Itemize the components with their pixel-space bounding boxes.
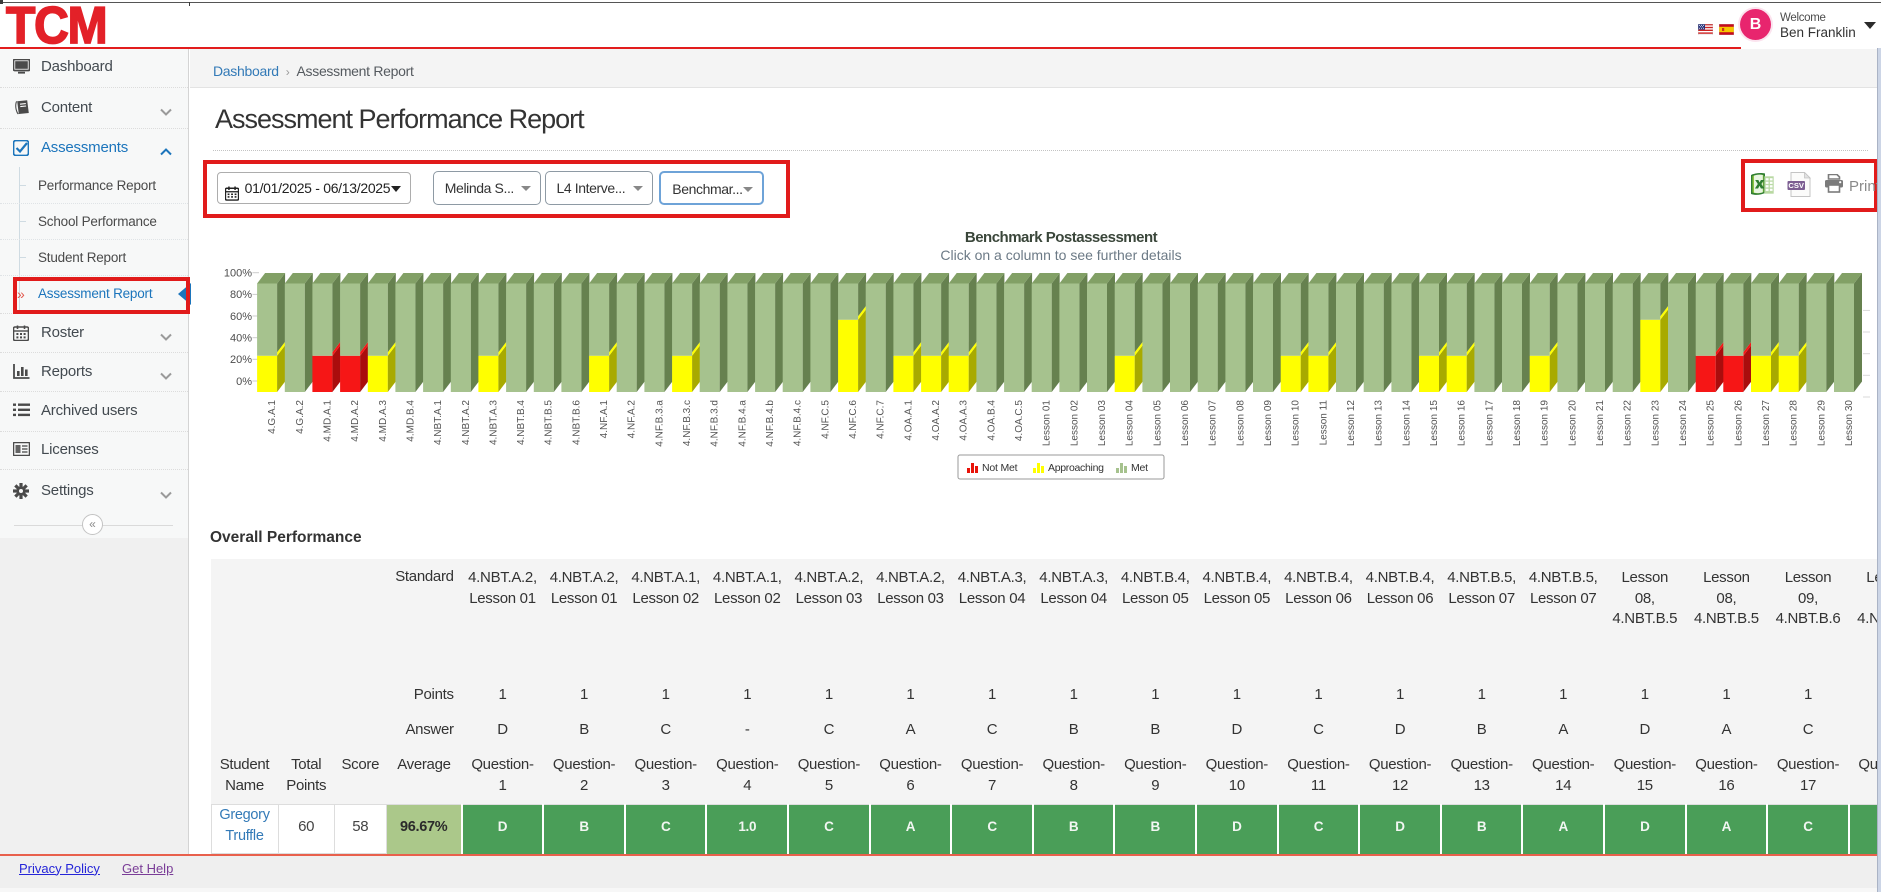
svg-text:Lesson 18: Lesson 18 [1512, 400, 1523, 447]
svg-text:Lesson 19: Lesson 19 [1540, 400, 1551, 447]
svg-text:4.NF.B.3.d: 4.NF.B.3.d [710, 400, 721, 447]
svg-text:Lesson 27: Lesson 27 [1761, 400, 1772, 447]
svg-text:4.OA.C.5: 4.OA.C.5 [1014, 400, 1025, 442]
svg-text:Lesson 29: Lesson 29 [1816, 400, 1827, 447]
svg-text:Lesson 12: Lesson 12 [1346, 400, 1357, 447]
svg-text:Lesson 14: Lesson 14 [1401, 400, 1412, 447]
svg-text:4.NBT.B.5: 4.NBT.B.5 [544, 400, 555, 445]
svg-text:CSV: CSV [1788, 181, 1805, 190]
svg-text:Lesson 03: Lesson 03 [1097, 400, 1108, 447]
svg-text:Lesson 24: Lesson 24 [1678, 400, 1689, 447]
svg-text:4.NBT.B.4: 4.NBT.B.4 [516, 400, 527, 445]
svg-text:Not Met: Not Met [982, 462, 1018, 474]
svg-text:4.NBT.A.2: 4.NBT.A.2 [461, 400, 472, 445]
svg-text:Lesson 13: Lesson 13 [1374, 400, 1385, 447]
svg-text:80%: 80% [230, 289, 252, 301]
svg-text:Lesson 26: Lesson 26 [1733, 400, 1744, 447]
svg-text:Approaching: Approaching [1048, 462, 1104, 474]
svg-text:Lesson 20: Lesson 20 [1567, 400, 1578, 447]
svg-text:4.NF.B.3.c: 4.NF.B.3.c [682, 400, 693, 446]
svg-text:Lesson 05: Lesson 05 [1152, 400, 1163, 447]
svg-text:Lesson 28: Lesson 28 [1789, 400, 1800, 447]
svg-text:Lesson 30: Lesson 30 [1844, 400, 1855, 447]
svg-text:4.OA.A.1: 4.OA.A.1 [903, 400, 914, 441]
svg-text:4.MD.A.3: 4.MD.A.3 [378, 400, 389, 442]
svg-text:100%: 100% [224, 267, 252, 279]
svg-text:4.NF.B.4.a: 4.NF.B.4.a [737, 400, 748, 447]
svg-text:Lesson 08: Lesson 08 [1235, 400, 1246, 447]
svg-text:Lesson 23: Lesson 23 [1650, 400, 1661, 447]
svg-text:4.NBT.A.1: 4.NBT.A.1 [433, 400, 444, 445]
svg-text:4.NF.C.6: 4.NF.C.6 [848, 400, 859, 439]
svg-text:4.NBT.A.3: 4.NBT.A.3 [488, 400, 499, 445]
svg-text:4.G.A.1: 4.G.A.1 [267, 400, 278, 434]
svg-text:Lesson 04: Lesson 04 [1125, 400, 1136, 447]
svg-text:Met: Met [1131, 462, 1148, 474]
svg-text:4.MD.B.4: 4.MD.B.4 [405, 400, 416, 442]
svg-text:4.OA.B.4: 4.OA.B.4 [986, 400, 997, 441]
svg-text:4.NF.C.7: 4.NF.C.7 [876, 400, 887, 439]
svg-text:4.MD.A.2: 4.MD.A.2 [350, 400, 361, 442]
svg-text:0%: 0% [236, 376, 252, 388]
svg-text:4.NF.A.1: 4.NF.A.1 [599, 400, 610, 439]
svg-text:Lesson 17: Lesson 17 [1484, 400, 1495, 447]
svg-text:Lesson 01: Lesson 01 [1042, 400, 1053, 447]
svg-text:Lesson 07: Lesson 07 [1208, 400, 1219, 447]
svg-text:Lesson 25: Lesson 25 [1706, 400, 1717, 447]
svg-text:40%: 40% [230, 332, 252, 344]
svg-text:Lesson 22: Lesson 22 [1623, 400, 1634, 447]
svg-text:4.NF.A.2: 4.NF.A.2 [627, 400, 638, 439]
svg-text:4.NF.B.3.a: 4.NF.B.3.a [654, 400, 665, 447]
svg-text:4.MD.A.1: 4.MD.A.1 [322, 400, 333, 442]
svg-text:Lesson 09: Lesson 09 [1263, 400, 1274, 447]
svg-text:60%: 60% [230, 311, 252, 323]
svg-text:Benchmark Postassessment: Benchmark Postassessment [965, 229, 1158, 246]
svg-text:4.OA.A.3: 4.OA.A.3 [959, 400, 970, 441]
svg-text:20%: 20% [230, 354, 252, 366]
svg-text:Click on a column to see furth: Click on a column to see further details [940, 247, 1181, 263]
svg-text:Lesson 11: Lesson 11 [1318, 400, 1329, 446]
svg-text:Lesson 16: Lesson 16 [1457, 400, 1468, 447]
svg-text:4.G.A.2: 4.G.A.2 [295, 400, 306, 434]
svg-text:Lesson 21: Lesson 21 [1595, 400, 1606, 447]
svg-text:Lesson 06: Lesson 06 [1180, 400, 1191, 447]
svg-text:4.NF.B.4.b: 4.NF.B.4.b [765, 400, 776, 447]
svg-text:4.NBT.B.6: 4.NBT.B.6 [571, 400, 582, 445]
svg-text:4.OA.A.2: 4.OA.A.2 [931, 400, 942, 441]
svg-text:4.NF.B.4.c: 4.NF.B.4.c [793, 400, 804, 446]
svg-text:Lesson 10: Lesson 10 [1291, 400, 1302, 447]
svg-text:4.NF.C.5: 4.NF.C.5 [820, 400, 831, 439]
svg-text:Lesson 15: Lesson 15 [1429, 400, 1440, 447]
svg-text:Lesson 02: Lesson 02 [1069, 400, 1080, 447]
